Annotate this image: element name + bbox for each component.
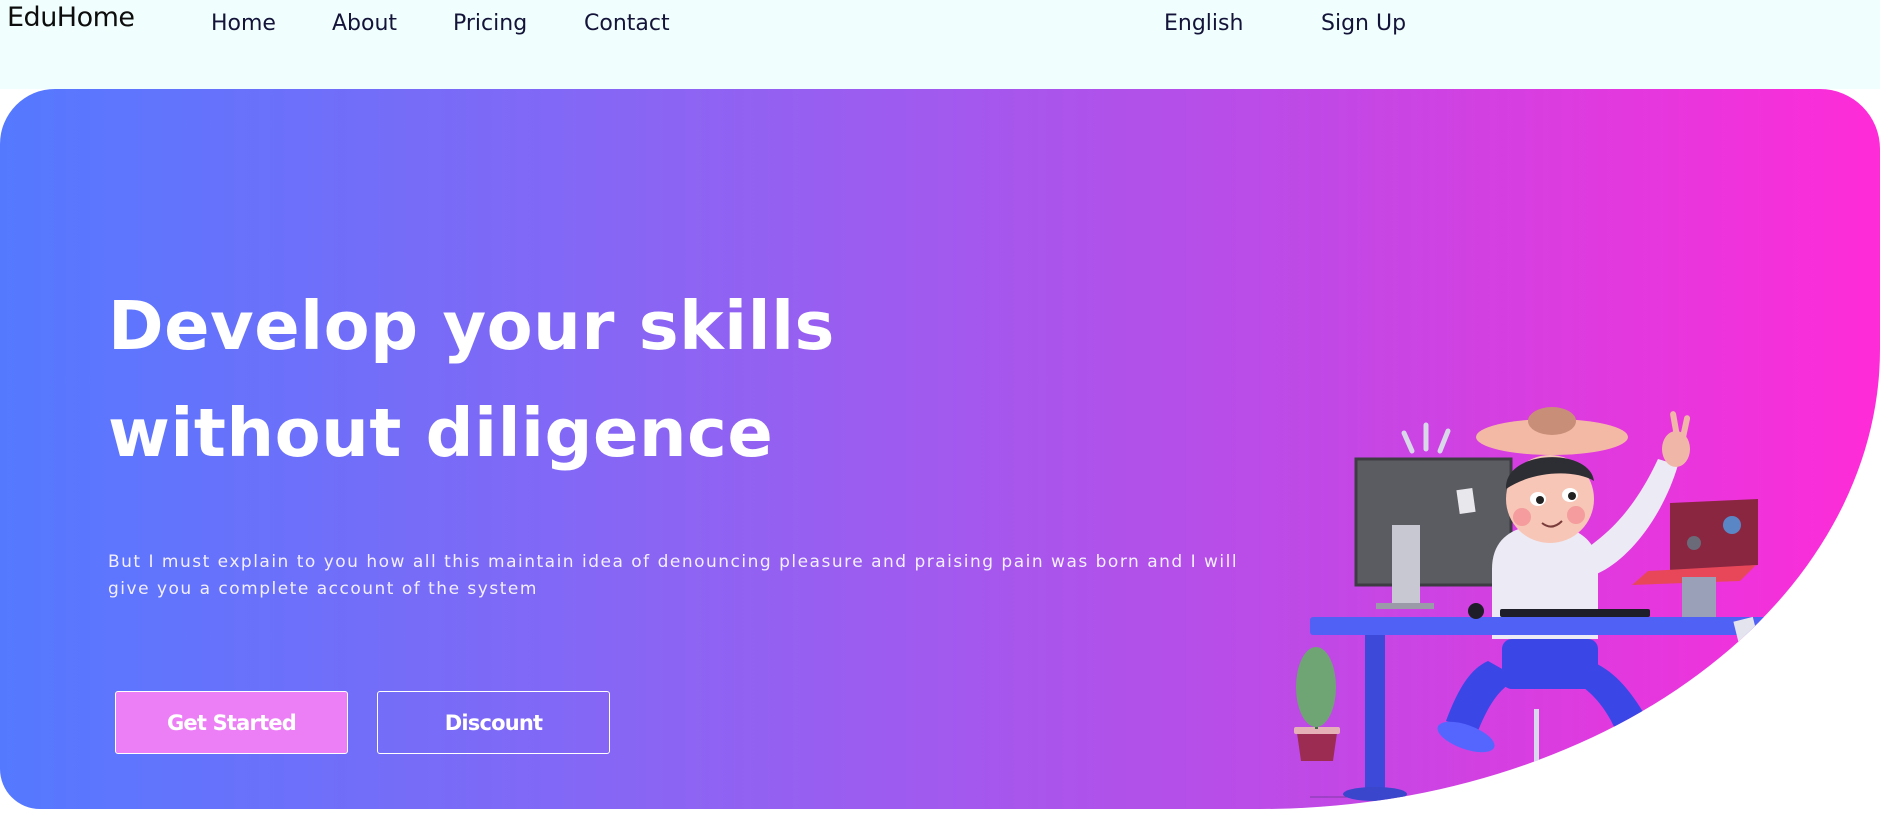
hero-title: Develop your skills without diligence <box>108 287 835 472</box>
nav-link-about[interactable]: About <box>332 11 397 36</box>
navbar: EduHome Home About Pricing Contact Engli… <box>0 0 1880 89</box>
discount-button[interactable]: Discount <box>377 691 610 754</box>
sign-up-link[interactable]: Sign Up <box>1321 11 1406 36</box>
monitor-icon <box>1354 422 1513 609</box>
language-selector[interactable]: English <box>1164 11 1243 36</box>
hero-section: Develop your skills without diligence Bu… <box>0 89 1880 809</box>
site-logo[interactable]: EduHome <box>7 2 135 33</box>
plant-icon <box>1294 647 1340 761</box>
hero-illustration <box>1294 407 1880 801</box>
chair-icon <box>1490 709 1582 787</box>
nav-link-pricing[interactable]: Pricing <box>453 11 527 36</box>
hero-description: But I must explain to you how all this m… <box>108 552 1239 599</box>
get-started-button[interactable]: Get Started <box>115 691 348 754</box>
nav-link-home[interactable]: Home <box>211 11 276 36</box>
nav-link-contact[interactable]: Contact <box>584 11 670 36</box>
